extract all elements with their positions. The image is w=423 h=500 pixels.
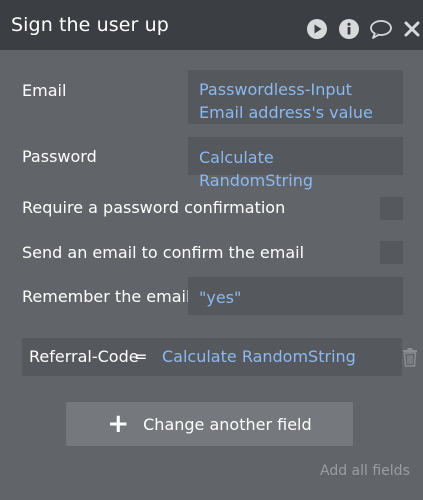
extra-field-equals: = [134,347,148,366]
password-label: Password [22,147,97,166]
send-confirm-email-label: Send an email to confirm the email [22,243,305,262]
email-value-field[interactable]: Passwordless-Input Email address's value [188,70,403,124]
close-icon[interactable] [403,18,421,40]
info-icon[interactable] [338,18,360,40]
panel-header: Sign the user up [0,0,423,50]
send-confirm-email-checkbox[interactable] [380,241,403,264]
remember-email-value-field[interactable]: "yes" [188,277,403,315]
password-value-field[interactable]: Calculate RandomString [188,137,403,190]
email-label: Email [22,81,67,100]
change-another-field-label: Change another field [143,414,312,434]
extra-field-value[interactable]: Calculate RandomString [162,347,356,366]
extra-field-row[interactable]: Referral-Code = Calculate RandomString [22,338,402,376]
plus-icon: + [107,409,130,439]
require-confirmation-label: Require a password confirmation [22,198,286,217]
trash-icon[interactable] [402,347,418,367]
remember-email-label: Remember the email [22,287,191,306]
extra-field-key[interactable]: Referral-Code [29,347,139,366]
play-icon[interactable] [306,18,328,40]
require-confirmation-checkbox[interactable] [380,197,403,220]
panel-title: Sign the user up [11,14,169,36]
comment-icon[interactable] [369,18,393,40]
change-another-field-button[interactable]: + Change another field [66,402,353,446]
add-all-fields-link[interactable]: Add all fields [320,463,410,479]
